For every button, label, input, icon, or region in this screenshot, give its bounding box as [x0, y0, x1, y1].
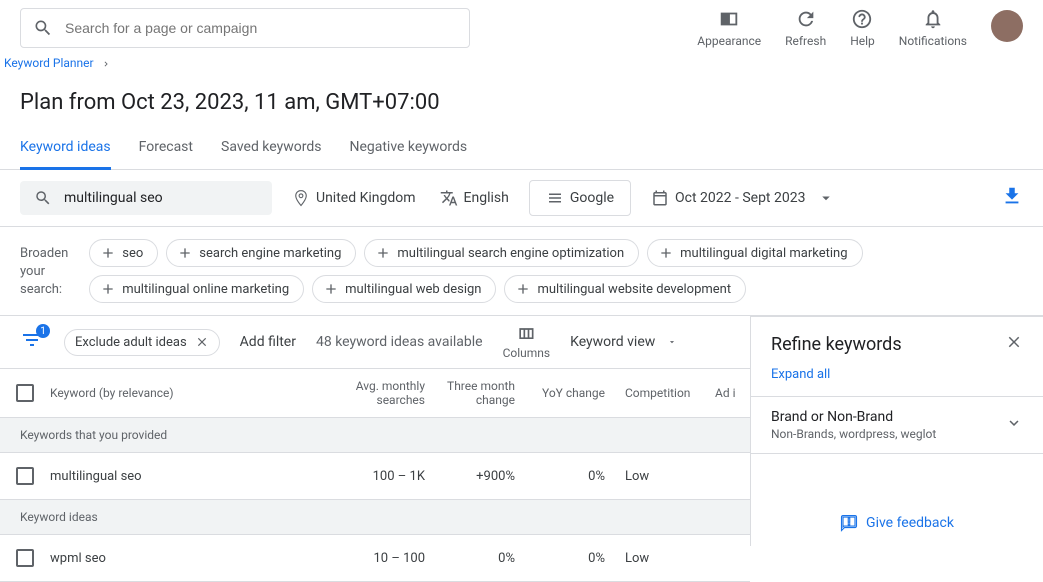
- bell-icon: [922, 8, 944, 30]
- tab-forecast[interactable]: Forecast: [139, 131, 193, 170]
- row-checkbox[interactable]: [16, 549, 34, 567]
- download-button[interactable]: [1001, 185, 1023, 211]
- tab-saved-keywords[interactable]: Saved keywords: [221, 131, 321, 170]
- cell-yoy: 0%: [525, 551, 615, 566]
- search-input[interactable]: [65, 20, 457, 36]
- appearance-icon: [718, 8, 740, 30]
- broaden-chip[interactable]: multilingual search engine optimization: [364, 239, 639, 267]
- header-yoy[interactable]: YoY change: [525, 386, 615, 400]
- refine-title: Refine keywords: [771, 334, 902, 355]
- plus-icon: [323, 281, 339, 297]
- caret-down-icon: [817, 189, 835, 207]
- refine-panel: Refine keywords Expand all Brand or Non-…: [750, 316, 1043, 546]
- appearance-action[interactable]: Appearance: [697, 8, 761, 48]
- cell-change: +900%: [435, 469, 525, 484]
- section-ideas: Keyword ideas: [0, 500, 750, 535]
- caret-down-icon: [667, 337, 677, 347]
- keyword-count: 48 keyword ideas available: [316, 334, 483, 350]
- refine-group-title: Brand or Non-Brand: [771, 409, 936, 425]
- filter-badge: 1: [36, 324, 50, 338]
- broaden-chip[interactable]: multilingual online marketing: [89, 275, 304, 303]
- broaden-chip[interactable]: seo: [89, 239, 158, 267]
- plus-icon: [177, 245, 193, 261]
- view-dropdown[interactable]: Keyword view: [570, 334, 677, 350]
- broaden-chip[interactable]: multilingual web design: [312, 275, 496, 303]
- close-icon[interactable]: [195, 335, 209, 349]
- row-checkbox[interactable]: [16, 467, 34, 485]
- cell-search: 10 – 100: [310, 551, 435, 566]
- refine-group-brand[interactable]: Brand or Non-Brand Non-Brands, wordpress…: [751, 396, 1043, 454]
- download-icon: [1001, 185, 1023, 207]
- broaden-chip[interactable]: multilingual website development: [504, 275, 746, 303]
- keyword-search-input[interactable]: multilingual seo: [20, 181, 272, 215]
- close-icon: [1005, 333, 1023, 351]
- table-header-row: Keyword (by relevance) Avg. monthly sear…: [0, 369, 750, 418]
- search-icon: [33, 18, 53, 38]
- language-filter[interactable]: English: [436, 183, 513, 213]
- refine-group-subtitle: Non-Brands, wordpress, weglot: [771, 427, 936, 441]
- feedback-icon: [840, 514, 858, 532]
- cell-comp: Low: [615, 469, 705, 484]
- section-provided: Keywords that you provided: [0, 418, 750, 453]
- plus-icon: [100, 245, 116, 261]
- notifications-action[interactable]: Notifications: [899, 8, 967, 48]
- header-search[interactable]: Avg. monthly searches: [310, 379, 435, 407]
- breadcrumb: Keyword Planner: [0, 48, 1043, 70]
- header-change[interactable]: Three month change: [435, 379, 525, 407]
- table-row[interactable]: multilingual seo 100 – 1K +900% 0% Low: [0, 453, 750, 500]
- cell-change: 0%: [435, 551, 525, 566]
- help-icon: [851, 8, 873, 30]
- exclude-adult-chip[interactable]: Exclude adult ideas: [64, 329, 220, 356]
- header-ad[interactable]: Ad i: [705, 386, 745, 400]
- refine-close-button[interactable]: [1005, 333, 1023, 355]
- breadcrumb-link[interactable]: Keyword Planner: [4, 56, 94, 70]
- cell-search: 100 – 1K: [310, 469, 435, 484]
- calendar-icon: [651, 189, 669, 207]
- network-filter[interactable]: Google: [529, 180, 631, 216]
- refresh-icon: [795, 8, 817, 30]
- network-icon: [546, 189, 564, 207]
- plus-icon: [100, 281, 116, 297]
- chevron-right-icon: [101, 59, 111, 69]
- header-comp[interactable]: Competition: [615, 386, 705, 400]
- cell-comp: Low: [615, 551, 705, 566]
- expand-all-button[interactable]: Expand all: [751, 363, 1043, 396]
- broaden-label: Broaden your search:: [20, 239, 73, 303]
- page-title: Plan from Oct 23, 2023, 11 am, GMT+07:00: [0, 70, 1043, 123]
- tabs: Keyword ideas Forecast Saved keywords Ne…: [0, 123, 1043, 170]
- cell-yoy: 0%: [525, 469, 615, 484]
- header-keyword[interactable]: Keyword (by relevance): [50, 386, 310, 400]
- location-filter[interactable]: United Kingdom: [288, 183, 420, 213]
- select-all-checkbox[interactable]: [16, 384, 34, 402]
- plus-icon: [658, 245, 674, 261]
- location-icon: [292, 189, 310, 207]
- chevron-down-icon: [1005, 414, 1023, 436]
- plus-icon: [375, 245, 391, 261]
- add-filter-button[interactable]: Add filter: [240, 334, 296, 350]
- broaden-chip[interactable]: search engine marketing: [166, 239, 356, 267]
- avatar[interactable]: [991, 10, 1023, 42]
- search-icon: [34, 189, 52, 207]
- filter-button[interactable]: 1: [20, 328, 44, 356]
- cell-keyword: multilingual seo: [50, 469, 310, 484]
- columns-icon: [516, 324, 536, 344]
- broaden-chip[interactable]: multilingual digital marketing: [647, 239, 862, 267]
- columns-button[interactable]: Columns: [503, 324, 551, 360]
- refresh-action[interactable]: Refresh: [785, 8, 826, 48]
- date-range-filter[interactable]: Oct 2022 - Sept 2023: [647, 183, 839, 213]
- cell-keyword: wpml seo: [50, 551, 310, 566]
- plus-icon: [515, 281, 531, 297]
- search-box[interactable]: [20, 8, 470, 48]
- help-action[interactable]: Help: [850, 8, 875, 48]
- tab-negative-keywords[interactable]: Negative keywords: [349, 131, 467, 170]
- feedback-button[interactable]: Give feedback: [751, 454, 1043, 546]
- tab-keyword-ideas[interactable]: Keyword ideas: [20, 131, 111, 170]
- translate-icon: [440, 189, 458, 207]
- table-row[interactable]: wpml seo 10 – 100 0% 0% Low: [0, 535, 750, 582]
